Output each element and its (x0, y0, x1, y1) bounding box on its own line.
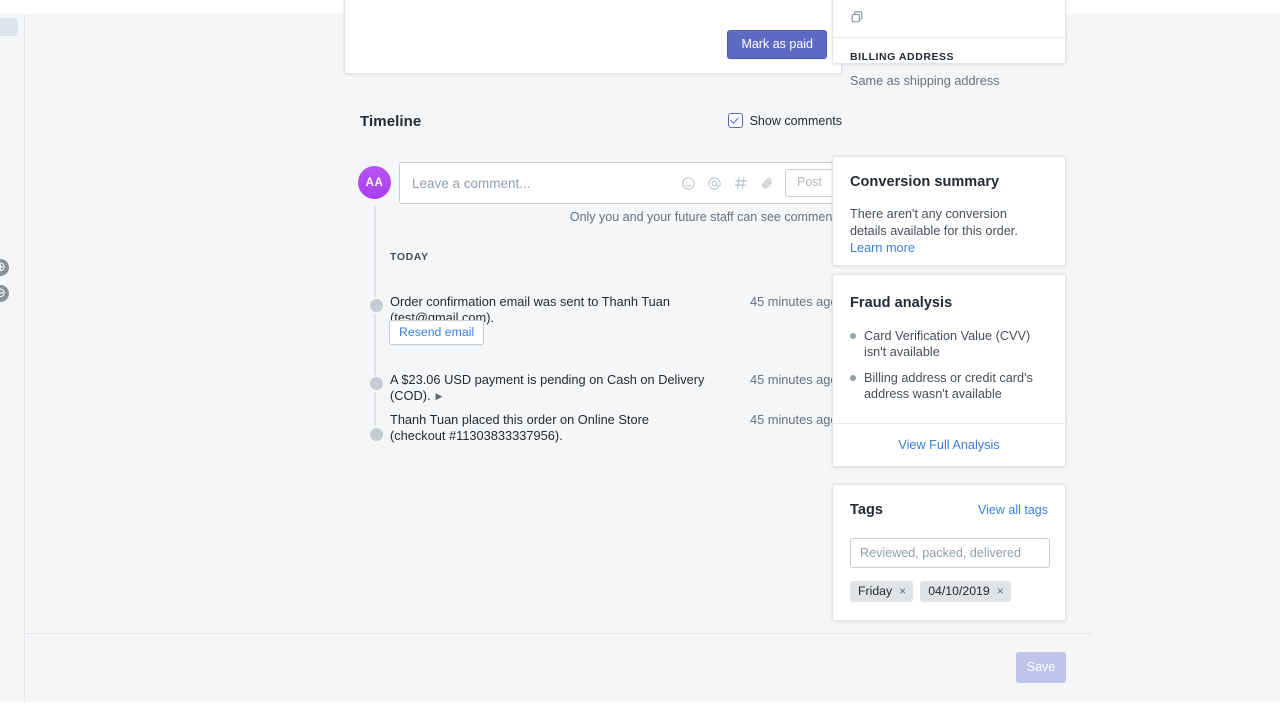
nav-chip[interactable] (0, 18, 18, 36)
timeline-event-time: 45 minutes ago (750, 412, 842, 428)
footer-divider (26, 633, 1092, 634)
left-nav-rail: ⊕ ⊖ (0, 14, 25, 702)
fraud-flag-item: Billing address or credit card's address… (850, 370, 1046, 402)
avatar: AA (358, 166, 391, 199)
fraud-analysis-title: Fraud analysis (850, 295, 952, 311)
show-comments-checkbox[interactable] (728, 113, 743, 128)
mention-icon[interactable] (707, 176, 722, 191)
comment-input[interactable] (400, 163, 681, 203)
tag-pill-list: Friday × 04/10/2019 × (850, 581, 1011, 602)
bottom-chrome-band (0, 702, 1280, 720)
timeline-event-text: A $23.06 USD payment is pending on Cash … (390, 372, 720, 404)
shipping-billing-card: BILLING ADDRESS Same as shipping address (832, 0, 1066, 64)
composer-icon-group (681, 175, 785, 191)
timeline-dot (368, 426, 385, 443)
timeline-dot (368, 375, 385, 392)
tag-pill-label: 04/10/2019 (928, 584, 990, 598)
billing-address-value: Same as shipping address (850, 73, 1000, 90)
timeline-day-label: TODAY (390, 251, 429, 263)
conversion-summary-title: Conversion summary (850, 174, 999, 190)
tag-pill-label: Friday (858, 584, 892, 598)
timeline-rail (374, 206, 376, 436)
card-divider (833, 37, 1065, 38)
tag-pill[interactable]: 04/10/2019 × (920, 581, 1011, 602)
remove-tag-icon[interactable]: × (899, 585, 906, 597)
learn-more-link[interactable]: Learn more (850, 241, 915, 255)
hashtag-icon[interactable] (733, 175, 749, 191)
tags-card: Tags View all tags Friday × 04/10/2019 × (832, 484, 1066, 621)
conversion-summary-text: There aren't any conversion details avai… (850, 207, 1018, 238)
resend-email-button[interactable]: Resend email (389, 320, 484, 345)
timeline-header: Timeline Show comments (360, 110, 842, 136)
timeline-event-time: 45 minutes ago (750, 372, 842, 388)
order-detail-page: ⊕ ⊖ Mark as paid Timeline Show comments … (0, 0, 1280, 720)
post-comment-button[interactable]: Post (785, 169, 834, 197)
expand-caret-icon[interactable]: ▶ (436, 388, 443, 404)
billing-address-label: BILLING ADDRESS (850, 51, 954, 63)
save-button[interactable]: Save (1016, 652, 1066, 683)
attachment-icon[interactable] (760, 176, 775, 191)
comment-box[interactable]: Post (399, 162, 842, 204)
fraud-flag-item: Card Verification Value (CVV) isn't avai… (850, 328, 1046, 360)
timeline-event-text: Thanh Tuan placed this order on Online S… (390, 412, 680, 444)
fraud-flag-list: Card Verification Value (CVV) isn't avai… (850, 328, 1046, 412)
timeline-event-time: 45 minutes ago (750, 294, 842, 310)
conversion-summary-body: There aren't any conversion details avai… (850, 206, 1046, 257)
show-comments-toggle[interactable]: Show comments (728, 113, 842, 128)
conversion-summary-card: Conversion summary There aren't any conv… (832, 156, 1066, 266)
remove-tag-icon[interactable]: × (997, 585, 1004, 597)
tags-card-header: Tags View all tags (850, 502, 1048, 518)
view-full-analysis-link[interactable]: View Full Analysis (898, 438, 999, 452)
order-summary-card: Mark as paid (344, 0, 842, 74)
show-comments-label: Show comments (750, 114, 842, 128)
tags-input[interactable] (850, 538, 1050, 568)
view-all-tags-link[interactable]: View all tags (978, 503, 1048, 517)
page-surface: Mark as paid Timeline Show comments AA (26, 14, 1280, 702)
copy-icon[interactable] (850, 10, 864, 27)
mark-as-paid-button[interactable]: Mark as paid (727, 30, 827, 60)
comment-privacy-note: Only you and your future staff can see c… (399, 210, 842, 224)
fraud-card-footer: View Full Analysis (833, 423, 1065, 466)
timeline-dot (368, 297, 385, 314)
fraud-analysis-card: Fraud analysis Card Verification Value (… (832, 274, 1066, 467)
timeline-title: Timeline (360, 113, 421, 130)
tags-title: Tags (850, 502, 883, 518)
zoom-in-icon[interactable]: ⊕ (0, 259, 9, 276)
zoom-out-icon[interactable]: ⊖ (0, 285, 9, 302)
emoji-icon[interactable] (681, 176, 696, 191)
tag-pill[interactable]: Friday × (850, 581, 913, 602)
